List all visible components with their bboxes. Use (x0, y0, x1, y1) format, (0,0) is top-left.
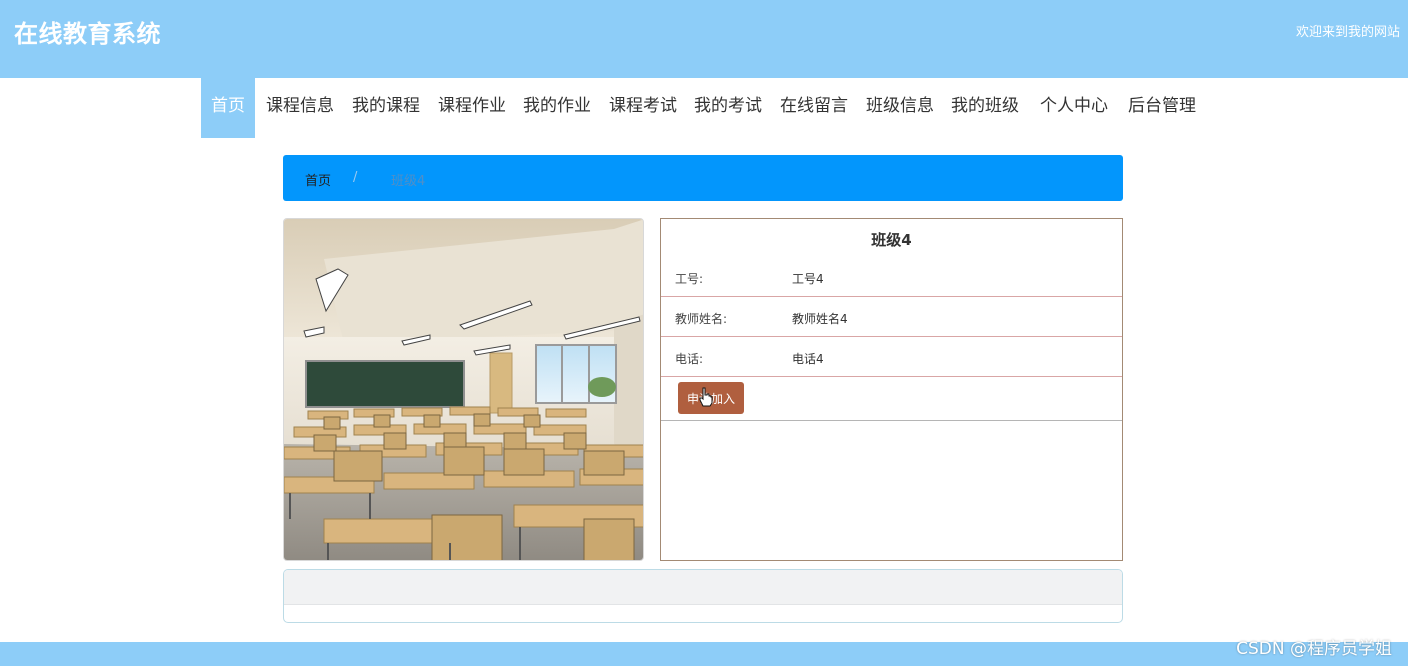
site-footer (0, 642, 1408, 666)
detail-label: 教师姓名: (675, 312, 728, 326)
nav-item-admin[interactable]: 后台管理 (1124, 78, 1200, 138)
detail-value: 工号4 (792, 272, 824, 286)
breadcrumb: 首页 / 班级4 (283, 155, 1123, 201)
nav-item-personal-center[interactable]: 个人中心 (1036, 78, 1112, 138)
nav-item-home[interactable]: 首页 (201, 78, 255, 138)
main-nav: 首页 课程信息 我的课程 课程作业 我的作业 课程考试 我的考试 在线留言 班级… (0, 78, 1408, 138)
breadcrumb-home-link[interactable]: 首页 (305, 170, 331, 189)
detail-value: 电话4 (792, 352, 824, 366)
nav-item-course-homework[interactable]: 课程作业 (434, 78, 510, 138)
nav-item-class-info[interactable]: 班级信息 (862, 78, 938, 138)
detail-row-teacher-name: 教师姓名: 教师姓名4 (661, 297, 1122, 337)
breadcrumb-separator: / (353, 170, 358, 185)
class-title: 班级4 (871, 231, 912, 249)
detail-label: 电话: (675, 352, 704, 366)
comment-panel (283, 569, 1123, 623)
detail-label: 工号: (675, 272, 704, 286)
nav-item-messages[interactable]: 在线留言 (776, 78, 852, 138)
welcome-text: 欢迎来到我的网站 (1295, 25, 1400, 40)
nav-item-my-homework[interactable]: 我的作业 (519, 78, 595, 138)
nav-item-my-exams[interactable]: 我的考试 (690, 78, 766, 138)
watermark-text: CSDN @程序员学姐 (1236, 639, 1392, 659)
nav-item-my-courses[interactable]: 我的课程 (348, 78, 424, 138)
detail-row-employee-id: 工号: 工号4 (661, 257, 1122, 297)
detail-row-phone: 电话: 电话4 (661, 337, 1122, 377)
detail-value: 教师姓名4 (792, 312, 848, 326)
comment-panel-header (284, 570, 1122, 605)
site-title[interactable]: 在线教育系统 (14, 14, 161, 49)
hand-pointer-icon (699, 387, 713, 407)
action-row: 申请加入 (661, 377, 1122, 421)
breadcrumb-current: 班级4 (391, 174, 426, 189)
class-detail-panel: 班级4 工号: 工号4 教师姓名: 教师姓名4 电话: 电话4 申请加入 (660, 218, 1123, 561)
nav-item-course-exams[interactable]: 课程考试 (605, 78, 681, 138)
nav-item-my-class[interactable]: 我的班级 (947, 78, 1023, 138)
site-header: 在线教育系统 欢迎来到我的网站 (0, 0, 1408, 78)
nav-item-course-info[interactable]: 课程信息 (262, 78, 338, 138)
classroom-image (283, 218, 644, 561)
